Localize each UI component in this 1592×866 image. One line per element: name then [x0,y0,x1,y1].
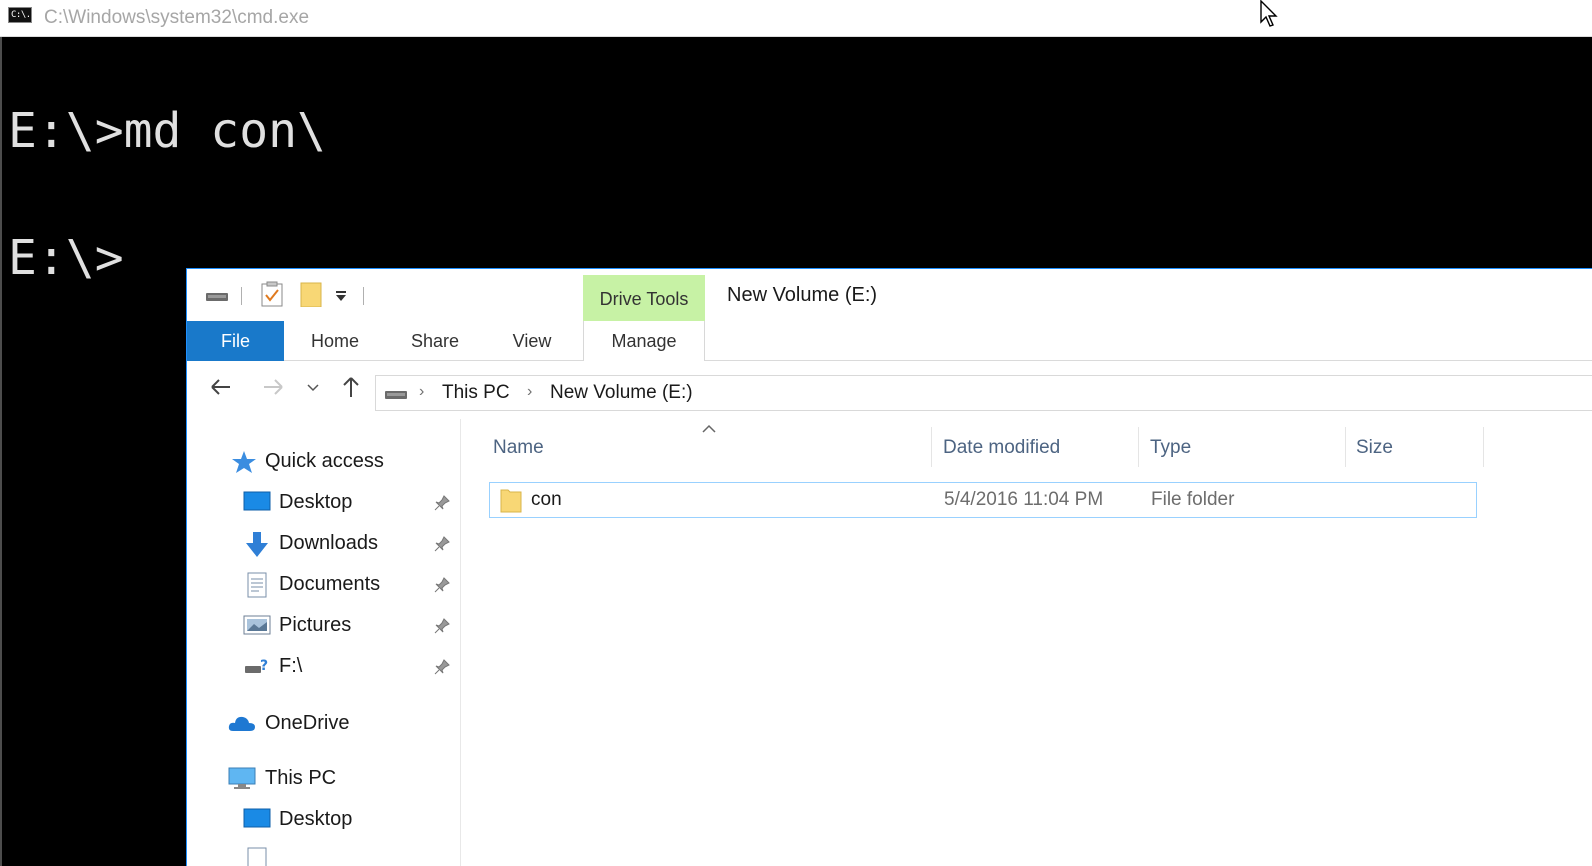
pictures-icon [243,615,271,635]
file-explorer-window: Drive Tools New Volume (E:) File Home Sh… [186,268,1592,866]
column-divider[interactable] [931,427,932,467]
breadcrumb-this-pc[interactable]: This PC [442,382,510,404]
mouse-cursor-icon [1260,0,1278,27]
toolbar-separator [363,287,364,305]
desktop-icon [243,491,271,511]
nav-item-documents[interactable]: Documents [243,570,463,600]
table-row[interactable]: con 5/4/2016 11:04 PM File folder [489,482,1477,518]
ribbon-tabs: File Home Share View Manage [187,321,1592,361]
nav-item-this-pc-desktop[interactable]: Desktop [243,805,463,835]
up-arrow-icon[interactable] [341,375,361,399]
star-icon [232,451,256,473]
customize-toolbar-icon[interactable] [335,291,347,303]
nav-item-label: Downloads [279,532,378,554]
forward-arrow-icon[interactable] [261,377,285,397]
cmd-output-line: E:\>md con\ [8,103,326,159]
pin-icon[interactable] [433,494,451,512]
onedrive-cloud-icon [228,716,255,731]
breadcrumb-chevron-icon[interactable]: › [527,383,532,401]
nav-item-label: OneDrive [265,712,350,734]
drive-tools-label: Drive Tools [599,289,689,309]
cmd-icon-text: C:\. [11,10,31,20]
nav-item-onedrive[interactable]: OneDrive [227,709,457,739]
column-header-size[interactable]: Size [1356,437,1393,465]
file-date-modified: 5/4/2016 11:04 PM [944,489,1104,510]
toolbar-separator [241,287,242,305]
properties-icon[interactable] [261,281,283,307]
file-list: Name Date modified Type Size con 5/4/201… [461,419,1592,866]
tab-file[interactable]: File [187,321,284,361]
svg-text:?: ? [260,658,268,674]
breadcrumb-new-volume[interactable]: New Volume (E:) [550,382,693,404]
column-header-date-modified[interactable]: Date modified [943,437,1060,465]
network-drive-icon: ? [245,658,268,674]
drive-tools-tab-group: Drive Tools [583,275,705,321]
pin-icon[interactable] [433,658,451,676]
desktop-icon [243,808,271,828]
column-divider[interactable] [1345,427,1346,467]
nav-item-label: Desktop [279,491,353,513]
nav-item-pictures[interactable]: Pictures [243,611,463,641]
tab-manage[interactable]: Manage [583,321,705,361]
address-bar[interactable]: › This PC › New Volume (E:) [375,375,1592,411]
pin-icon[interactable] [433,576,451,594]
nav-item-label: Documents [279,573,381,595]
quick-access-toolbar [187,269,587,321]
nav-item-label: Pictures [279,614,352,636]
cmd-prompt-line: E:\> [8,230,124,286]
nav-item-label: Desktop [279,808,353,830]
cmd-title-bar[interactable]: C:\. C:\Windows\system32\cmd.exe [0,0,1592,37]
navigation-bar: › This PC › New Volume (E:) [187,361,1592,419]
nav-item-this-pc[interactable]: This PC [227,764,457,794]
drive-icon[interactable] [205,289,229,303]
recent-locations-chevron-icon[interactable] [307,383,319,393]
file-name: con [531,489,562,510]
breadcrumb-chevron-icon[interactable]: › [419,383,424,401]
nav-item-label: Quick access [265,450,384,472]
new-folder-icon[interactable] [299,281,323,307]
column-divider[interactable] [1483,427,1484,467]
this-pc-icon [228,767,256,789]
nav-item-label: This PC [265,767,337,789]
documents-icon [247,847,267,866]
file-type: File folder [1151,489,1235,510]
column-divider[interactable] [1138,427,1139,467]
nav-item-desktop[interactable]: Desktop [243,488,463,518]
folder-icon [500,489,522,513]
navigation-pane: Quick access Desktop Downloads Documents… [187,419,461,866]
pin-icon[interactable] [433,617,451,635]
nav-item-f-drive[interactable]: ? F:\ [243,652,463,682]
drive-icon [385,391,407,399]
back-arrow-icon[interactable] [209,377,233,397]
column-header-type[interactable]: Type [1150,437,1191,465]
cmd-app-icon: C:\. [8,7,32,23]
cmd-window-title: C:\Windows\system32\cmd.exe [44,7,310,28]
nav-item-downloads[interactable]: Downloads [243,529,463,559]
documents-icon [247,572,267,598]
tab-share[interactable]: Share [399,321,471,361]
downloads-icon [246,532,268,557]
sort-ascending-icon [702,424,716,433]
tab-home[interactable]: Home [297,321,373,361]
nav-item-label: F:\ [279,655,303,677]
column-header-name[interactable]: Name [493,437,544,465]
pin-icon[interactable] [433,535,451,553]
tab-view[interactable]: View [497,321,567,361]
explorer-window-title: New Volume (E:) [727,284,878,306]
